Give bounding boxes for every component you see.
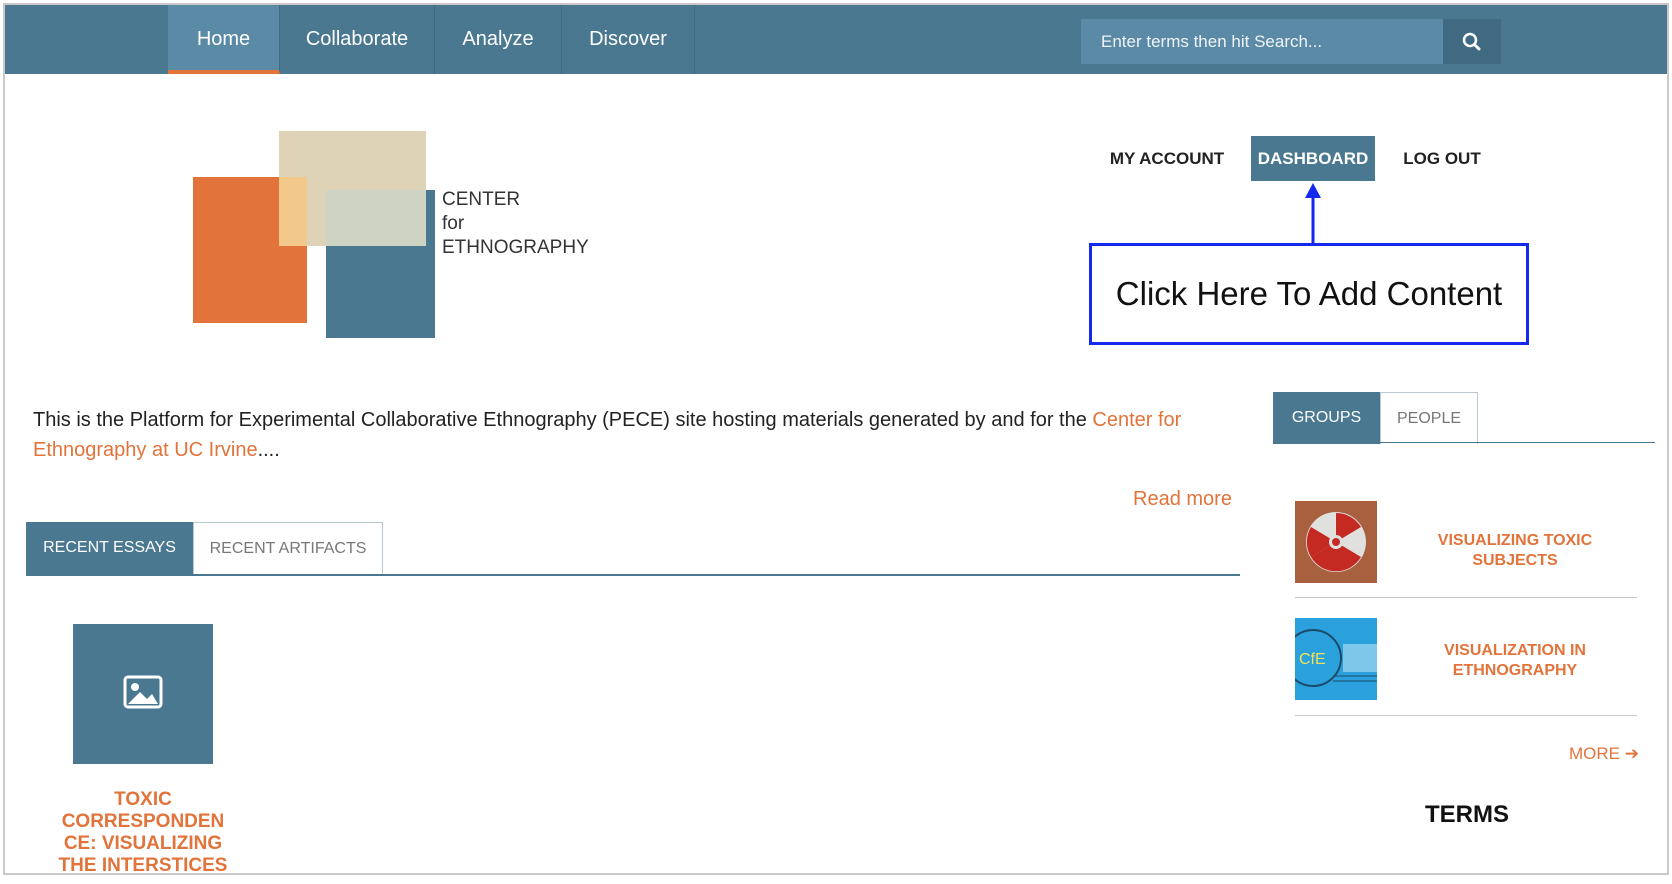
svg-text:CfE: CfE — [1299, 651, 1326, 668]
search-button[interactable] — [1443, 19, 1501, 64]
essay-thumbnail[interactable] — [73, 624, 213, 764]
radiation-icon — [1295, 501, 1377, 583]
group-separator — [1295, 715, 1637, 716]
arrow-right-icon: ➔ — [1624, 744, 1639, 763]
nav-analyze[interactable]: Analyze — [435, 5, 562, 74]
logo-overlap-orange — [279, 177, 307, 246]
logo-overlap-blue — [326, 190, 426, 246]
logo-text-for: for — [442, 213, 465, 234]
tab-recent-essays[interactable]: RECENT ESSAYS — [26, 522, 193, 574]
cfe-logo-icon: CfE — [1284, 618, 1377, 700]
search-icon — [1462, 32, 1481, 51]
image-icon — [123, 675, 163, 709]
tab-people[interactable]: PEOPLE — [1380, 392, 1478, 444]
nav-home[interactable]: Home — [168, 5, 280, 74]
group-separator — [1295, 597, 1637, 598]
nav-discover[interactable]: Discover — [562, 5, 695, 74]
tab-recent-artifacts[interactable]: RECENT ARTIFACTS — [193, 522, 383, 574]
tab-groups[interactable]: GROUPS — [1273, 392, 1380, 444]
sidebar-tab-divider — [1273, 442, 1655, 443]
add-content-callout: Click Here To Add Content — [1089, 243, 1529, 345]
logo-text-center: CENTER — [442, 189, 521, 210]
nav-collaborate[interactable]: Collaborate — [280, 5, 435, 74]
dashboard-button[interactable]: DASHBOARD — [1251, 136, 1375, 181]
my-account-link[interactable]: MY ACCOUNT — [1101, 136, 1233, 181]
group-thumbnail-visualization[interactable]: CfE — [1284, 618, 1377, 700]
read-more-link[interactable]: Read more — [1133, 488, 1232, 511]
search-input[interactable]: Enter terms then hit Search... — [1081, 19, 1443, 64]
terms-heading: TERMS — [1425, 801, 1509, 828]
callout-arrow — [1305, 183, 1321, 243]
page-frame: Home Collaborate Analyze Discover Enter … — [3, 3, 1669, 875]
more-link[interactable]: MORE ➔ — [1569, 744, 1639, 764]
logout-link[interactable]: LOG OUT — [1397, 136, 1487, 181]
logo-text-ethnography: ETHNOGRAPHY — [442, 237, 589, 258]
essay-title-link[interactable]: TOXIC CORRESPONDEN CE: VISUALIZING THE I… — [55, 789, 231, 873]
top-nav: Home Collaborate Analyze Discover Enter … — [5, 5, 1667, 74]
group-title-link[interactable]: VISUALIZATION IN ETHNOGRAPHY — [1395, 641, 1635, 681]
content-tab-divider — [26, 574, 1240, 576]
intro-paragraph: This is the Platform for Experimental Co… — [33, 409, 1182, 461]
group-thumbnail-toxic[interactable] — [1295, 501, 1377, 583]
group-title-link[interactable]: VISUALIZING TOXIC SUBJECTS — [1395, 531, 1635, 571]
